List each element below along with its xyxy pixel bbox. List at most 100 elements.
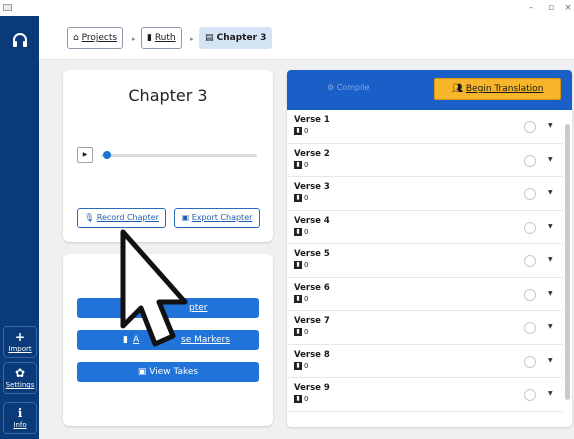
- plus-icon: +: [14, 330, 26, 344]
- restore-button[interactable]: ▫: [543, 1, 559, 15]
- verse-status-indicator[interactable]: [524, 255, 536, 267]
- breadcrumb-book[interactable]: ▮ Ruth: [141, 27, 182, 49]
- headphones-icon: [0, 16, 39, 64]
- chevron-down-icon[interactable]: ▼: [548, 223, 553, 230]
- begin-translation-label: Begin Translation: [465, 84, 544, 94]
- verse-row[interactable]: Verse 2 ▮ 0 ▼: [287, 144, 563, 177]
- audio-progress-thumb[interactable]: [103, 151, 111, 159]
- users-icon: 👥︎: [451, 84, 464, 94]
- verse-take-count: ▮ 0: [294, 227, 308, 236]
- verse-row[interactable]: Verse 5 ▮ 0 ▼: [287, 244, 563, 278]
- verse-status-indicator[interactable]: [524, 288, 536, 301]
- edit-chapter-button[interactable]: pter: [77, 298, 259, 318]
- view-takes-label: View Takes: [149, 367, 199, 377]
- begin-translation-button[interactable]: 👥︎ Begin Translation: [434, 78, 561, 100]
- minimize-button[interactable]: –: [523, 1, 539, 15]
- info-icon: ℹ: [17, 406, 23, 420]
- verse-status-indicator[interactable]: [524, 355, 536, 368]
- verse-panel: ⚙ Compile 👥︎ Begin Translation Verse 1 ▮…: [287, 70, 572, 427]
- verse-name: Verse 8: [294, 349, 330, 360]
- chevron-down-icon[interactable]: ▼: [548, 323, 553, 330]
- breadcrumb-chapter-label: Chapter 3: [216, 33, 267, 43]
- export-chapter-button[interactable]: ▣ Export Chapter: [174, 208, 260, 228]
- verse-row[interactable]: Verse 4 ▮ 0 ▼: [287, 211, 563, 244]
- verse-take-count: ▮ 0: [294, 328, 308, 336]
- chevron-down-icon[interactable]: ▼: [548, 189, 553, 196]
- takes-icon: ▮: [294, 294, 302, 303]
- breadcrumb-chapter[interactable]: ▤ Chapter 3: [199, 27, 273, 49]
- takes-icon: ▮: [294, 328, 302, 336]
- verse-status-indicator[interactable]: [524, 121, 536, 133]
- breadcrumb-book-label: Ruth: [154, 33, 176, 43]
- home-icon: ⌂: [73, 33, 79, 43]
- breadcrumb-projects[interactable]: ⌂ Projects: [67, 27, 124, 49]
- verse-take-count: ▮ 0: [294, 261, 308, 269]
- verse-take-count: ▮ 0: [294, 127, 308, 135]
- verse-name: Verse 9: [294, 383, 330, 393]
- breadcrumb-projects-label: Projects: [81, 33, 118, 43]
- takes-icon: ▮: [294, 194, 302, 202]
- record-chapter-label: Record Chapter: [96, 213, 159, 222]
- verse-list-scrollbar[interactable]: [565, 124, 570, 400]
- left-rail: + Import ✿ Settings ℹ Info: [0, 16, 39, 439]
- info-button[interactable]: ℹ Info: [3, 402, 37, 434]
- add-verse-markers-label-a: A: [133, 335, 140, 345]
- info-label: Info: [13, 421, 27, 429]
- play-button[interactable]: ▶: [77, 147, 93, 163]
- record-chapter-button[interactable]: 🎙︎ Record Chapter: [77, 208, 166, 228]
- chevron-down-icon[interactable]: ▼: [548, 390, 553, 397]
- compile-button[interactable]: ⚙ Compile: [327, 83, 369, 92]
- chevron-down-icon[interactable]: ▼: [548, 122, 553, 129]
- chevron-right-icon: ▸: [132, 35, 136, 43]
- audio-progress-track[interactable]: [101, 154, 257, 157]
- chapter-card: Chapter 3 ▶ 🎙︎ Record Chapter ▣ Export C…: [63, 70, 273, 242]
- chevron-right-icon: ▸: [190, 35, 194, 43]
- verse-row[interactable]: Verse 1 ▮ 0 ▼: [287, 110, 563, 144]
- verse-row[interactable]: Verse 6 ▮ 0 ▼: [287, 278, 563, 311]
- close-button[interactable]: ×: [560, 1, 574, 15]
- verse-name: Verse 6: [294, 282, 330, 293]
- takes-icon: ▮: [294, 160, 302, 169]
- export-chapter-label: Export Chapter: [191, 213, 253, 222]
- chevron-down-icon[interactable]: ▼: [548, 290, 553, 297]
- verse-take-count: ▮ 0: [294, 160, 308, 169]
- chevron-down-icon[interactable]: ▼: [548, 156, 553, 163]
- verse-row[interactable]: Verse 9 ▮ 0 ▼: [287, 378, 563, 412]
- compile-label: Compile: [336, 83, 370, 92]
- add-verse-markers-label-b: se Markers: [181, 335, 230, 345]
- verse-status-indicator[interactable]: [524, 389, 536, 401]
- takes-icon: ▮: [294, 127, 302, 135]
- add-verse-markers-button[interactable]: ▮ A se Markers: [77, 330, 259, 350]
- import-button[interactable]: + Import: [3, 326, 37, 358]
- takes-icon: ▮: [294, 261, 302, 269]
- import-label: Import: [8, 345, 32, 353]
- chevron-down-icon[interactable]: ▼: [548, 256, 553, 263]
- breadcrumb: ⌂ Projects ▸ ▮ Ruth ▸ ▤ Chapter 3: [39, 16, 574, 60]
- verse-row[interactable]: Verse 7 ▮ 0 ▼: [287, 311, 563, 345]
- verse-row[interactable]: Verse 8 ▮ 0 ▼: [287, 345, 563, 378]
- verse-name: Verse 3: [294, 182, 330, 192]
- verse-row[interactable]: Verse 3 ▮ 0 ▼: [287, 177, 563, 211]
- verse-panel-header: ⚙ Compile 👥︎ Begin Translation: [287, 70, 572, 110]
- settings-label: Settings: [5, 381, 35, 389]
- window-titlebar: – ▫ ×: [0, 0, 574, 16]
- takes-icon: ▣: [137, 367, 147, 377]
- microphone-icon: 🎙︎: [84, 213, 95, 222]
- verse-name: Verse 2: [294, 148, 330, 159]
- chevron-down-icon[interactable]: ▼: [548, 357, 553, 364]
- verse-status-indicator[interactable]: [524, 154, 536, 167]
- verse-take-count: ▮ 0: [294, 395, 308, 403]
- verse-status-indicator[interactable]: [524, 188, 536, 200]
- verse-name: Verse 4: [294, 215, 330, 226]
- verse-status-indicator[interactable]: [524, 221, 536, 234]
- verse-status-indicator[interactable]: [524, 322, 536, 334]
- takes-icon: ▮: [294, 227, 302, 236]
- compile-icon: ⚙: [327, 83, 335, 92]
- bookmark-icon: ▮: [123, 335, 128, 345]
- app-icon: [3, 4, 12, 11]
- gear-icon: ✿: [14, 366, 26, 380]
- verse-name: Verse 7: [294, 316, 330, 326]
- view-takes-button[interactable]: ▣ View Takes: [77, 362, 259, 382]
- settings-button[interactable]: ✿ Settings: [3, 362, 37, 394]
- edit-chapter-label: pter: [189, 303, 208, 313]
